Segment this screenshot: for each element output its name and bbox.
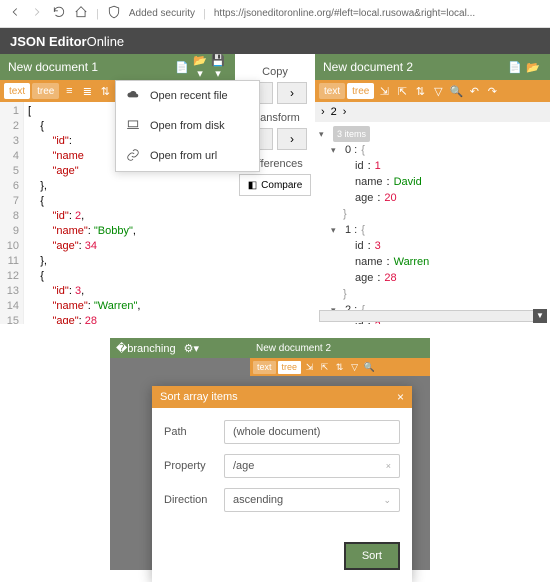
share-icon[interactable]: �branching (116, 342, 176, 355)
sort-dialog: Sort array items × Path (whole document)… (152, 386, 412, 582)
gear-icon[interactable]: ⚙▾ (184, 342, 199, 355)
right-panel: New document 2 📄 📂 text tree ⇲ ⇱ ⇅ ▽ 🔍 ↶… (315, 54, 550, 324)
collapse-icon[interactable]: ⇱ (394, 83, 410, 99)
left-panel-title: New document 1 (8, 60, 173, 74)
mode-tree-button[interactable]: tree (32, 83, 59, 99)
url-bar[interactable]: https://jsoneditoronline.org/#left=local… (214, 8, 542, 19)
link-icon (126, 148, 140, 165)
chevron-down-icon: ⌄ (383, 495, 391, 506)
mode-text-button[interactable]: text (319, 83, 345, 99)
laptop-icon (126, 118, 140, 135)
direction-label: Direction (164, 494, 224, 506)
expand-icon[interactable]: ⇲ (303, 362, 316, 373)
forward-icon[interactable] (30, 5, 44, 22)
shield-icon (107, 5, 121, 22)
mode-tree-button[interactable]: tree (278, 361, 302, 374)
open-dropdown: Open recent file Open from disk Open fro… (115, 80, 260, 172)
cloud-icon (126, 88, 140, 105)
search-icon[interactable]: 🔍 (448, 83, 464, 99)
mode-text-button[interactable]: text (253, 361, 276, 374)
browser-bar: | Added security | https://jsoneditoronl… (0, 0, 550, 28)
file-icon[interactable]: 📄 (506, 61, 524, 74)
collapse-icon[interactable]: ⇱ (318, 362, 331, 373)
sort-icon[interactable]: ⇅ (333, 362, 346, 373)
dialog-title: Sort array items (160, 391, 238, 403)
open-recent-item[interactable]: Open recent file (116, 81, 259, 111)
mode-text-button[interactable]: text (4, 83, 30, 99)
direction-field[interactable]: ascending⌄ (224, 488, 400, 512)
filter-icon[interactable]: ▽ (430, 83, 446, 99)
copy-label: Copy (262, 66, 288, 78)
close-icon[interactable]: × (397, 390, 404, 404)
folder-open-icon[interactable]: 📂▾ (191, 54, 209, 80)
modal-backdrop: �branching ⚙▾ New document 2 text tree ⇲… (110, 338, 430, 570)
tree-editor[interactable]: ▾3 items▾0 :{id : 1name : Davidage : 20}… (315, 122, 550, 324)
modal-toolbar: text tree ⇲ ⇱ ⇅ ▽ 🔍 (250, 358, 430, 376)
modal-doc-title: New document 2 (250, 338, 430, 358)
app-title: JSON Editor Online (0, 28, 550, 54)
compare-button[interactable]: ◧ Compare (239, 174, 311, 196)
copy-right-button[interactable]: › (277, 82, 307, 104)
file-icon[interactable]: 📄 (173, 61, 191, 74)
repair-icon[interactable]: ⇅ (97, 83, 113, 99)
open-disk-item[interactable]: Open from disk (116, 111, 259, 141)
chevron-right-icon[interactable]: › (321, 106, 325, 118)
sort-button[interactable]: Sort (344, 542, 400, 570)
format-icon[interactable]: ≡ (61, 83, 77, 99)
property-field[interactable]: /age× (224, 454, 400, 478)
mode-tree-button[interactable]: tree (347, 83, 374, 99)
undo-icon[interactable]: ↶ (466, 83, 482, 99)
compact-icon[interactable]: ≣ (79, 83, 95, 99)
refresh-icon[interactable] (52, 5, 66, 22)
home-icon[interactable] (74, 5, 88, 22)
clear-icon: × (386, 461, 391, 471)
tree-breadcrumb: › 2 › (315, 102, 550, 122)
open-url-item[interactable]: Open from url (116, 141, 259, 171)
filter-icon[interactable]: ▽ (348, 362, 361, 373)
redo-icon[interactable]: ↷ (484, 83, 500, 99)
chevron-right-icon[interactable]: › (343, 106, 347, 118)
compare-icon: ◧ (248, 180, 257, 191)
back-icon[interactable] (8, 5, 22, 22)
expand-icon[interactable]: ⇲ (376, 83, 392, 99)
left-panel: New document 1 📄 📂▾ 💾▾ text tree ≡ ≣ ⇅ 1… (0, 54, 235, 324)
search-icon[interactable]: 🔍 (363, 362, 376, 373)
right-toolbar: text tree ⇲ ⇱ ⇅ ▽ 🔍 ↶ ↷ (315, 80, 550, 102)
right-panel-title: New document 2 (323, 60, 506, 74)
transform-right-button[interactable]: › (277, 128, 307, 150)
path-label: Path (164, 426, 224, 438)
folder-icon[interactable]: 📂 (524, 61, 542, 74)
path-field[interactable]: (whole document) (224, 420, 400, 444)
security-label: Added security (129, 8, 195, 19)
sort-icon[interactable]: ⇅ (412, 83, 428, 99)
property-label: Property (164, 460, 224, 472)
save-icon[interactable]: 💾▾ (209, 54, 227, 80)
tree-slider[interactable] (319, 310, 546, 322)
